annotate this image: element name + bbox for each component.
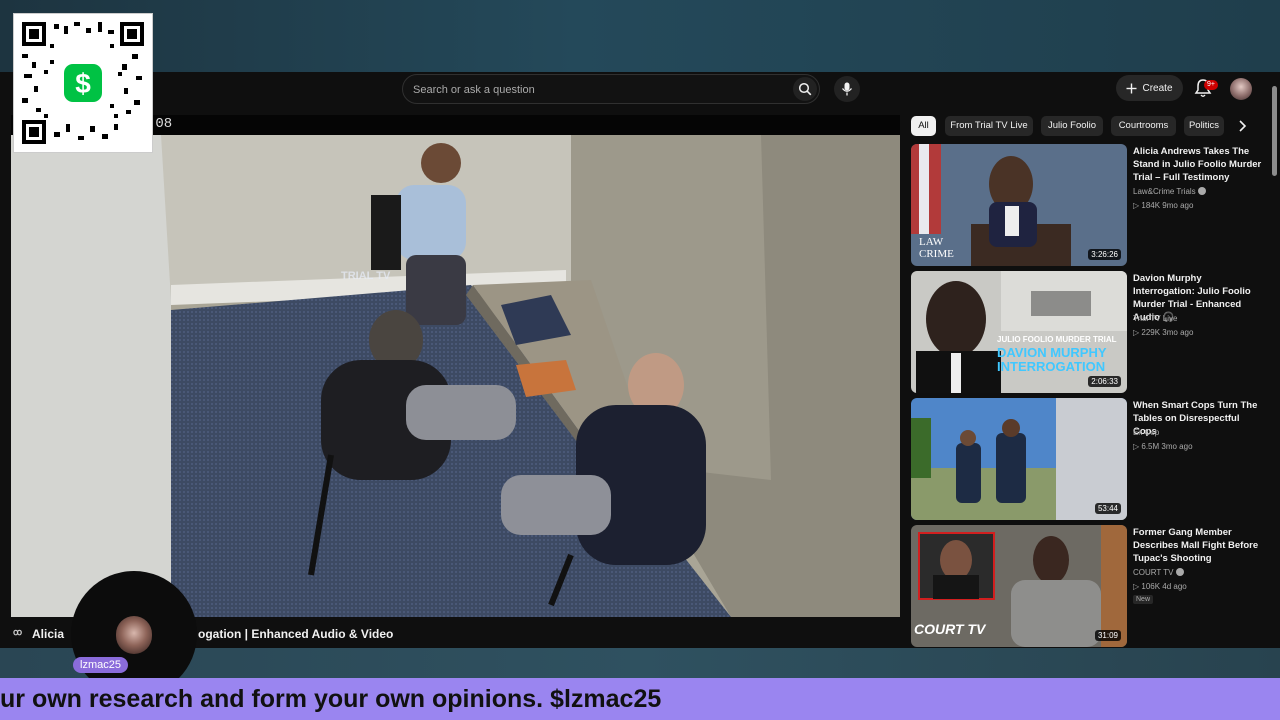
verified-icon [1197,187,1206,195]
search-input[interactable] [411,75,785,105]
create-label: Create [1142,82,1173,94]
cashapp-qr-code: $ [13,13,153,153]
video-title[interactable]: Alicia Andrews Takes The Stand in Julio … [1133,145,1263,184]
search-box[interactable] [402,74,820,105]
video-meta: ▷ 6.5M 3mo ago [1133,442,1193,451]
search-icon [798,82,812,96]
title-left: Alicia [32,627,65,641]
chip-courtrooms[interactable]: Courtrooms [1111,116,1176,136]
video-thumbnail[interactable]: COURT TV 31:09 [911,525,1127,647]
court-tv-logo-text: COURT TV [914,621,986,637]
video-meta: ▷ 106K 4d ago [1133,582,1187,591]
channel-name[interactable]: COURT TV [1133,568,1184,577]
chevron-right-icon[interactable] [1237,120,1247,132]
search-button[interactable] [793,77,817,101]
notifications-badge: 9+ [1204,80,1218,90]
account-avatar[interactable] [1230,78,1252,100]
title-icon: ꝏ [13,627,23,637]
trial-tv-watermark: TRIAL TV [341,270,391,282]
ticker-text: ur own research and form your own opinio… [0,685,662,713]
video-meta: ▷ 184K 9mo ago [1133,201,1194,210]
scrollbar[interactable] [1268,72,1280,648]
channel-name-text: COURT TV [1133,568,1174,577]
channel-name-text: Law&Crime Trials [1133,187,1196,196]
thumbnail-headline-2: DAVION MURPHY [997,345,1107,360]
video-duration: 3:26:26 [1088,249,1121,260]
voice-search-button[interactable] [834,76,860,102]
recommendation-item[interactable]: 53:44 When Smart Cops Turn The Tables on… [911,398,1266,520]
channel-name[interactable]: Trial TV Live [1133,314,1177,323]
chip-julio-foolio[interactable]: Julio Foolio [1041,116,1103,136]
thumbnail-headline-3: INTERROGATION [997,359,1106,374]
channel-name[interactable]: Law&Crime Trials [1133,187,1206,196]
stream-top-band [0,0,1280,72]
video-duration: 53:44 [1094,503,1121,514]
microphone-icon [841,82,853,96]
video-duration: 31:09 [1094,630,1121,641]
recommendation-item[interactable]: LAW CRIME 3:26:26 Alicia Andrews Takes T… [911,144,1266,266]
youtube-header: Create 9+ [0,72,1270,108]
video-frame [11,135,900,617]
video-player[interactable]: TRIAL TV [11,135,900,617]
video-thumbnail[interactable]: JULIO FOOLIO MURDER TRIAL DAVION MURPHY … [911,271,1127,393]
scrolling-ticker: ur own research and form your own opinio… [0,678,1280,720]
new-badge: New [1133,595,1154,604]
scrollbar-thumb[interactable] [1272,86,1277,176]
filter-chips: All From Trial TV Live Julio Foolio Cour… [911,116,1261,136]
chip-from-trial-tv-live[interactable]: From Trial TV Live [945,116,1033,136]
thumbnail-headline-1: JULIO FOOLIO MURDER TRIAL [997,335,1117,344]
recommendation-item[interactable]: JULIO FOOLIO MURDER TRIAL DAVION MURPHY … [911,271,1266,393]
video-thumbnail[interactable]: 53:44 [911,398,1127,520]
chip-all[interactable]: All [911,116,936,136]
thumbnail-art [911,271,1127,393]
chip-politics[interactable]: Politics [1184,116,1224,136]
create-button[interactable]: Create [1116,75,1183,101]
thumbnail-art [911,398,1127,520]
video-title[interactable]: Former Gang Member Describes Mall Fight … [1133,526,1263,565]
channel-logo-text: LAW CRIME [919,236,954,260]
title-right: ogation | Enhanced Audio & Video [198,627,394,641]
verified-icon [1175,568,1184,576]
channel-name[interactable]: Ex Cop [1133,428,1159,437]
video-thumbnail[interactable]: LAW CRIME 3:26:26 [911,144,1127,266]
qr-code-icon: $ [14,14,152,152]
video-duration: 2:06:33 [1088,376,1121,387]
streamer-handle: lzmac25 [73,657,128,673]
svg-text:$: $ [75,68,91,99]
video-meta: ▷ 229K 3mo ago [1133,328,1194,337]
streamer-avatar [116,616,152,654]
recommendation-item[interactable]: COURT TV 31:09 Former Gang Member Descri… [911,525,1266,647]
plus-icon [1126,83,1137,93]
